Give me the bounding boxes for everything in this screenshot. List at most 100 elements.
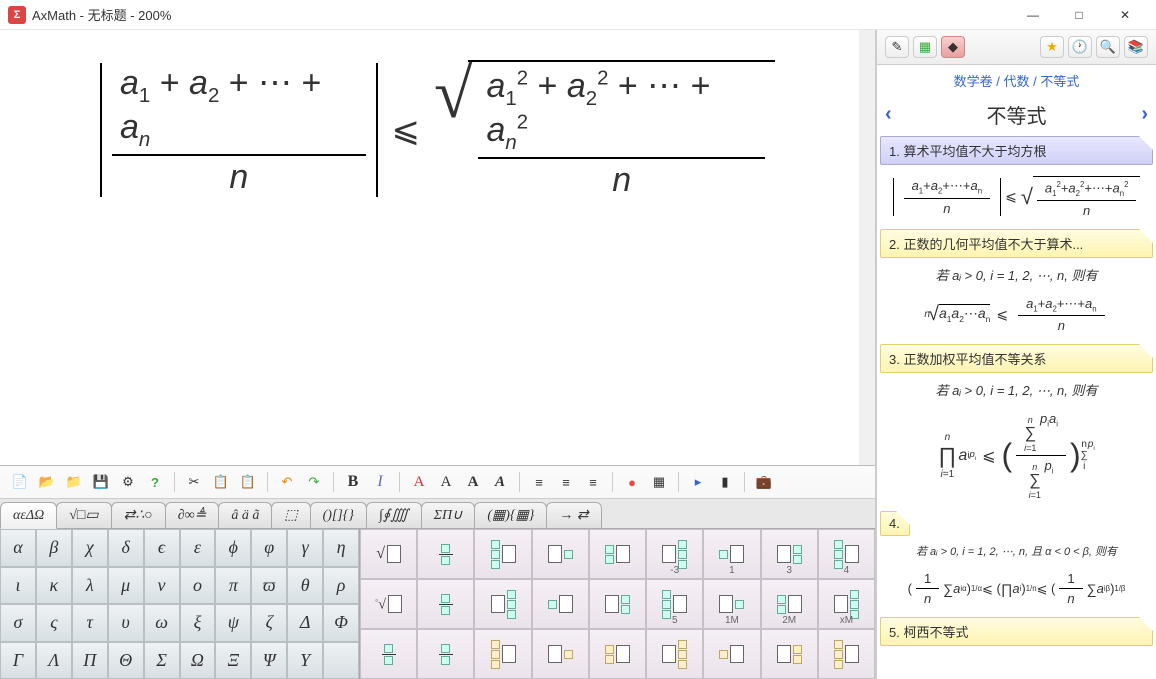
align-right-button[interactable]: ≡ bbox=[581, 470, 605, 494]
formula-editor[interactable]: a1 + a2 + ⋯ + an n ⩽ √ a12 + a22 + ⋯ + a… bbox=[0, 30, 875, 465]
greek-symbol-button[interactable]: η bbox=[323, 529, 359, 567]
template-button[interactable]: ▫√ bbox=[360, 579, 417, 629]
greek-symbol-button[interactable]: ν bbox=[144, 567, 180, 605]
font-style-3[interactable]: A bbox=[461, 470, 485, 494]
greek-symbol-button[interactable]: ς bbox=[36, 604, 72, 642]
help-button[interactable]: ? bbox=[143, 470, 167, 494]
template-button[interactable] bbox=[703, 629, 760, 679]
greek-symbol-button[interactable]: Σ bbox=[144, 642, 180, 679]
template-button[interactable]: xM bbox=[818, 579, 875, 629]
tag-tool-button[interactable]: ◆ bbox=[941, 36, 965, 58]
library-item-body[interactable]: n√a1a2⋯an ⩽ a1+a2+⋯+ann bbox=[877, 288, 1156, 342]
template-button[interactable]: 1M bbox=[703, 579, 760, 629]
greek-symbol-button[interactable]: β bbox=[36, 529, 72, 567]
template-button[interactable] bbox=[417, 579, 474, 629]
template-button[interactable]: 1 bbox=[703, 529, 760, 579]
cut-button[interactable]: ✂ bbox=[182, 470, 206, 494]
library-item-header[interactable]: 2. 正数的几何平均值不大于算术... bbox=[880, 229, 1153, 258]
template-button[interactable] bbox=[474, 629, 531, 679]
greek-symbol-button[interactable]: Υ bbox=[287, 642, 323, 679]
library-item-body[interactable]: n∏i=1aipi ⩽ ( n∑i=1 piai n∑i=1 pi )n∑ipi bbox=[877, 403, 1156, 508]
edit-tool-button[interactable]: ✎ bbox=[885, 36, 909, 58]
number-button[interactable]: ▮ bbox=[713, 470, 737, 494]
minimize-button[interactable]: — bbox=[1010, 0, 1056, 30]
greek-symbol-button[interactable]: λ bbox=[72, 567, 108, 605]
close-button[interactable]: ✕ bbox=[1102, 0, 1148, 30]
template-button[interactable] bbox=[532, 579, 589, 629]
open-button[interactable]: 📁 bbox=[62, 470, 86, 494]
greek-symbol-button[interactable]: φ bbox=[251, 529, 287, 567]
greek-symbol-button[interactable]: ϕ bbox=[215, 529, 251, 567]
greek-symbol-button[interactable]: ϖ bbox=[251, 567, 287, 605]
symbol-tab[interactable]: ∂∞≜ bbox=[165, 502, 220, 528]
greek-symbol-button[interactable]: κ bbox=[36, 567, 72, 605]
breadcrumb-link[interactable]: 不等式 bbox=[1040, 74, 1079, 89]
template-button[interactable] bbox=[761, 629, 818, 679]
template-button[interactable] bbox=[589, 629, 646, 679]
search-button[interactable]: 🔍 bbox=[1096, 36, 1120, 58]
prev-category-button[interactable]: ‹ bbox=[885, 103, 892, 126]
template-button[interactable] bbox=[589, 529, 646, 579]
color-button[interactable]: ● bbox=[620, 470, 644, 494]
save-button[interactable]: 💾 bbox=[89, 470, 113, 494]
symbol-tab[interactable]: â ä ã bbox=[218, 502, 272, 528]
star-button[interactable]: ★ bbox=[1040, 36, 1064, 58]
greek-symbol-button[interactable]: τ bbox=[72, 604, 108, 642]
greek-symbol-button[interactable]: ω bbox=[144, 604, 180, 642]
symbol-tab[interactable]: → ⇄ bbox=[546, 502, 601, 528]
greek-symbol-button[interactable]: ρ bbox=[323, 567, 359, 605]
template-button[interactable]: 2M bbox=[761, 579, 818, 629]
template-button[interactable] bbox=[532, 629, 589, 679]
template-button[interactable] bbox=[474, 579, 531, 629]
settings-button[interactable]: ⚙ bbox=[116, 470, 140, 494]
greek-symbol-button[interactable]: υ bbox=[108, 604, 144, 642]
greek-symbol-button[interactable]: ι bbox=[0, 567, 36, 605]
symbol-tab[interactable]: (▦){▦} bbox=[474, 502, 547, 528]
bold-button[interactable]: B bbox=[341, 470, 365, 494]
formula-library-list[interactable]: 1. 算术平均值不大于均方根 a1+a2+⋯+ann ⩽ √a12+a22+⋯+… bbox=[877, 133, 1156, 679]
library-item-header[interactable]: 1. 算术平均值不大于均方根 bbox=[880, 136, 1153, 165]
template-button[interactable]: -3 bbox=[646, 529, 703, 579]
symbol-tab[interactable]: ΣΠ∪ bbox=[421, 502, 476, 528]
align-left-button[interactable]: ≡ bbox=[527, 470, 551, 494]
template-button[interactable]: √ bbox=[360, 529, 417, 579]
greek-symbol-button[interactable]: Φ bbox=[323, 604, 359, 642]
greek-symbol-button[interactable]: Ψ bbox=[251, 642, 287, 679]
template-button[interactable] bbox=[818, 629, 875, 679]
greek-symbol-button[interactable]: δ bbox=[108, 529, 144, 567]
library-item-body[interactable]: a1+a2+⋯+ann ⩽ √a12+a22+⋯+an2n bbox=[877, 168, 1156, 226]
template-button[interactable] bbox=[646, 629, 703, 679]
symbol-tab[interactable]: ⬚ bbox=[271, 502, 310, 528]
redo-button[interactable]: ↷ bbox=[302, 470, 326, 494]
greek-symbol-button[interactable] bbox=[323, 642, 359, 679]
greek-symbol-button[interactable]: γ bbox=[287, 529, 323, 567]
greek-symbol-button[interactable]: σ bbox=[0, 604, 36, 642]
template-button[interactable]: 4 bbox=[818, 529, 875, 579]
symbol-tab[interactable]: ()[]{} bbox=[310, 502, 367, 528]
briefcase-button[interactable]: 💼 bbox=[752, 470, 776, 494]
symbol-tab[interactable]: ⇄∴○ bbox=[111, 502, 166, 528]
grid-button[interactable]: ▦ bbox=[647, 470, 671, 494]
clock-button[interactable]: 🕐 bbox=[1068, 36, 1092, 58]
greek-symbol-button[interactable]: Π bbox=[72, 642, 108, 679]
greek-symbol-button[interactable]: π bbox=[215, 567, 251, 605]
greek-symbol-button[interactable]: Δ bbox=[287, 604, 323, 642]
greek-symbol-button[interactable]: ζ bbox=[251, 604, 287, 642]
font-style-4[interactable]: A bbox=[488, 470, 512, 494]
greek-symbol-button[interactable]: Γ bbox=[0, 642, 36, 679]
maximize-button[interactable]: □ bbox=[1056, 0, 1102, 30]
new-button[interactable]: 📄 bbox=[8, 470, 32, 494]
greek-symbol-button[interactable]: χ bbox=[72, 529, 108, 567]
greek-symbol-button[interactable]: μ bbox=[108, 567, 144, 605]
template-button[interactable] bbox=[417, 529, 474, 579]
editor-scrollbar[interactable] bbox=[859, 30, 875, 465]
breadcrumb-link[interactable]: 代数 bbox=[1003, 74, 1029, 89]
symbol-tab[interactable]: √□▭ bbox=[56, 502, 111, 528]
play-button[interactable]: ▸ bbox=[686, 470, 710, 494]
undo-button[interactable]: ↶ bbox=[275, 470, 299, 494]
greek-symbol-button[interactable]: Λ bbox=[36, 642, 72, 679]
greek-symbol-button[interactable]: θ bbox=[287, 567, 323, 605]
template-button[interactable] bbox=[589, 579, 646, 629]
greek-symbol-button[interactable]: ψ bbox=[215, 604, 251, 642]
library-item-header[interactable]: 5. 柯西不等式 bbox=[880, 617, 1153, 646]
